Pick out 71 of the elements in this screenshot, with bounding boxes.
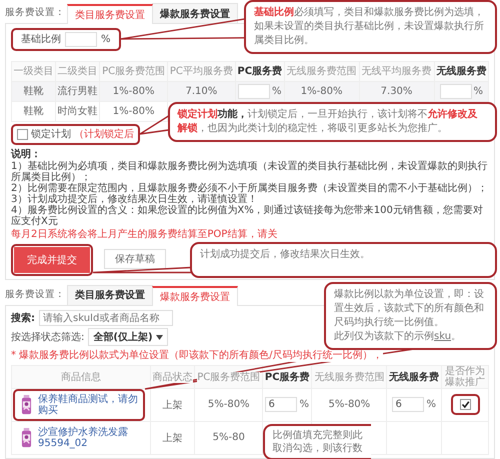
column-header: 无线服务费 <box>436 66 486 77</box>
hint-text: （计划锁定后 <box>74 128 134 141</box>
table-cell: 流行男鞋 <box>56 81 100 101</box>
note-text: 1）基础比例为必填项，类目和爆款服务费比例为选填项（未设置的类目执行基础比例，未设置爆款的则执行所属类目比例）； <box>11 160 488 182</box>
column-header: 无线服务费 <box>389 372 440 382</box>
table-cell: 上架 <box>150 388 195 421</box>
notes-title: 说明： <box>11 148 42 160</box>
field-label: 基础比例 <box>21 32 61 46</box>
table-cell: 1%-80% <box>100 101 168 121</box>
table-cell: 7.10% <box>168 81 236 101</box>
callout-text: 锁定计划功能，计划锁定后，一旦开始执行，该计划将不允许修改及解锁，也因为此类计划的稳定性，将吸引更多站长为您推广。 <box>178 108 478 136</box>
note-text: 2）比例需要在限定范围内，且爆款服务费必须不小于所属类目服务费（未设置类目的需不小于基础比例）； <box>11 182 488 194</box>
table-cell: 1%-80% <box>284 81 360 101</box>
column-header: PC服务费范围 <box>102 66 166 77</box>
callout-text: 比例值填充完整则此 <box>272 429 363 442</box>
callout-text: 取消勾选，则该行数 <box>272 442 363 455</box>
table-cell: 鞋靴 <box>12 81 56 101</box>
search-field[interactable]: 请输入skuId或者商品名称 <box>39 310 173 326</box>
column-header: 无线服务费范围 <box>286 66 357 77</box>
column-header: PC服务费 <box>264 372 310 382</box>
input-field[interactable]: 6 <box>392 397 424 412</box>
tab[interactable]: 类目服务费设置 <box>67 284 153 304</box>
table-cell: 时尚女鞋 <box>56 101 100 121</box>
tab[interactable]: 类目服务费设置 <box>67 4 153 24</box>
column-header: 二级类目 <box>58 66 98 77</box>
table-cell: 鞋靴 <box>12 101 56 121</box>
unit-label: % <box>299 399 309 410</box>
tab[interactable]: 爆款服务费设置 <box>152 286 238 306</box>
column-header: PC平均服务费 <box>170 66 233 77</box>
callout-text: 爆款比例以款为单位设置，即：设置生效后，该款式下的所有颜色和尺码均执行统一比例值。 <box>334 288 485 330</box>
table-cell: 上架 <box>150 421 195 454</box>
callout-text: 基础比例必须填写，类目和爆款服务费比例为选填，如果未设置的类目执行基础比例，未设置爆款执行所属类目比例。 <box>254 6 485 48</box>
input-field[interactable]: 6 <box>265 397 298 412</box>
column-header: 商品状态 <box>152 372 193 382</box>
unit-label: % <box>101 34 111 44</box>
filter-dropdown[interactable]: 全部(仅上架) <box>88 328 168 346</box>
column-header: 商品信息 <box>60 372 101 382</box>
table-cell: 5%-80 <box>194 421 263 454</box>
input-field[interactable] <box>65 32 97 46</box>
column-header: PC服务费 <box>237 66 282 77</box>
checkbox-label: 锁定计划 <box>31 128 71 141</box>
section-label: 服务费设置： <box>5 6 66 19</box>
checkbox[interactable] <box>17 128 28 140</box>
warning-text: 每月2日系统将会将上月产生的服务费结算至POP结算，请关 <box>11 228 278 240</box>
column-header: 无线平均服务费 <box>362 66 432 77</box>
input-field[interactable] <box>440 84 472 98</box>
note-text: * 爆款服务费比例以款式为单位设置（即该款下的所有颜色/尺码均执行统一比例）， <box>11 350 383 362</box>
column-header: PC服务费范围 <box>197 372 260 382</box>
note-text: 3）计划成功提交后，修改结果次日生效，请谨慎设置！ <box>11 194 258 204</box>
caret-icon <box>156 334 163 340</box>
column-header: 无线服务费范围 <box>314 372 384 382</box>
table-cell: 1%-80% <box>100 81 168 101</box>
input-field[interactable] <box>238 84 270 98</box>
column-header: 一级类目 <box>14 66 54 77</box>
note-text: 4）服务费比例设置的含义：如果您设置的比例值为X%，则通过该链接每为您带来100元销售额，您需要对应支付X元 <box>11 204 484 226</box>
tab[interactable]: 爆款服务费设置 <box>152 3 238 23</box>
table-cell: 5%-80% <box>194 388 263 421</box>
checkbox[interactable] <box>460 399 470 410</box>
search-label: 搜索: <box>11 312 35 325</box>
callout-text: 计划成功提交后，修改结果次日生效。 <box>200 248 371 262</box>
section-label: 服务费设置： <box>5 288 66 300</box>
filter-label: 按选择状态筛选: <box>11 330 84 344</box>
save-draft-button[interactable]: 保存草稿 <box>104 248 166 268</box>
submit-button[interactable]: 完成并提交 <box>14 246 90 272</box>
unit-label: % <box>474 86 484 96</box>
callout-text: 此列仅为该款下的示例sku。 <box>334 330 462 344</box>
column-header: 是否作为爆款推广 <box>443 366 487 388</box>
table-cell: 7.30% <box>359 81 434 101</box>
unit-label: % <box>272 86 282 96</box>
unit-label: % <box>426 399 436 410</box>
table-cell: 5%-80% <box>312 388 387 421</box>
